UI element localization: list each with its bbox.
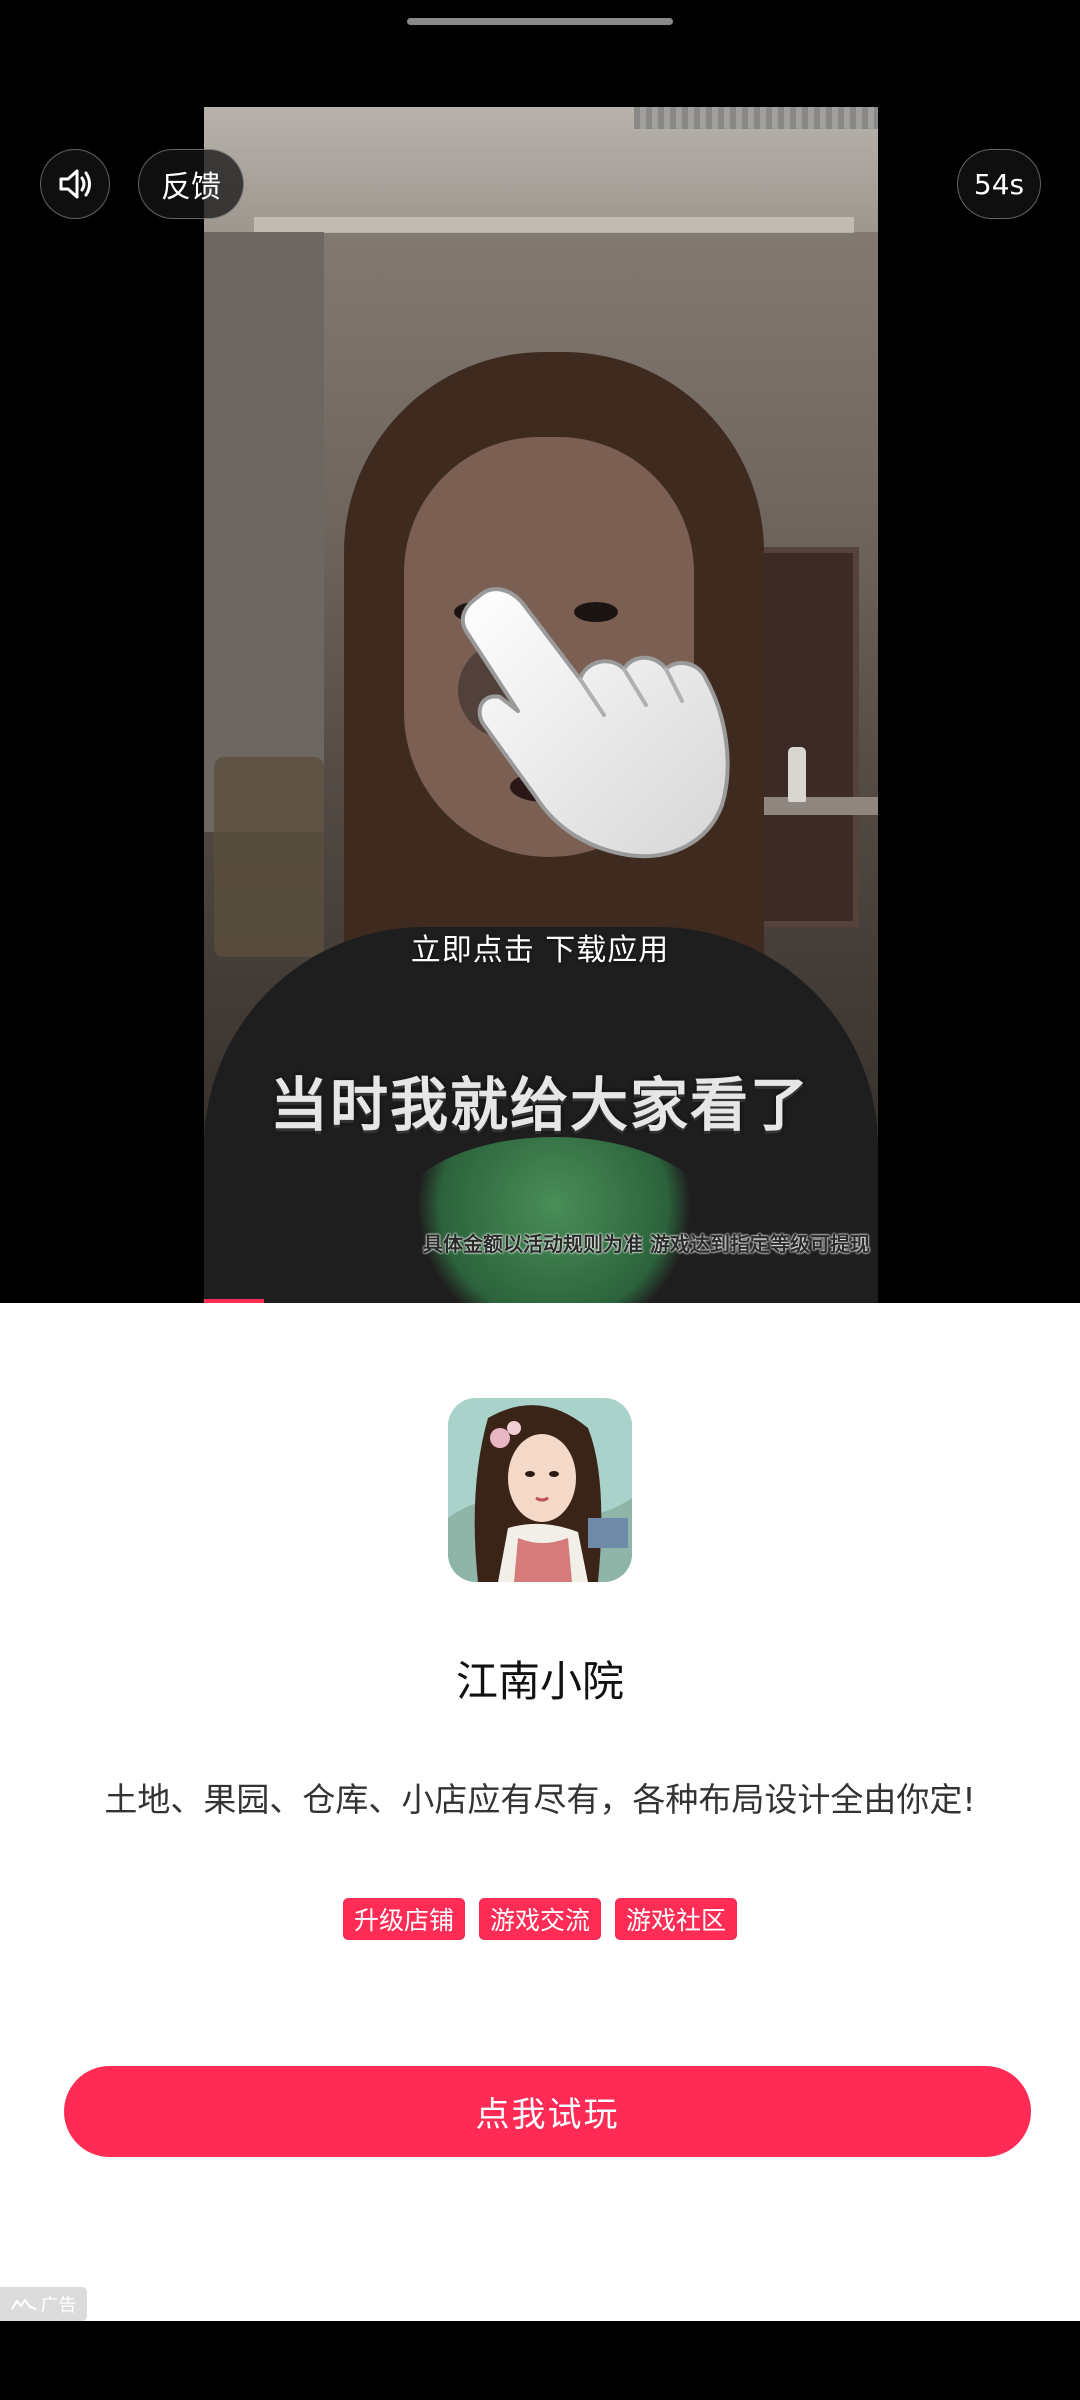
- app-info-panel: 江南小院 土地、果园、仓库、小店应有尽有，各种布局设计全由你定! 升级店铺 游戏…: [0, 1303, 1080, 2321]
- try-play-button[interactable]: 点我试玩: [64, 2066, 1031, 2157]
- app-description: 土地、果园、仓库、小店应有尽有，各种布局设计全由你定!: [104, 1780, 976, 1819]
- tag-game-exchange: 游戏交流: [478, 1898, 601, 1940]
- video-disclaimer: 具体金额以活动规则为准 游戏达到指定等级可提现: [423, 1232, 870, 1256]
- speaker-volume-icon: [59, 169, 91, 199]
- ad-badge: 广告: [0, 2287, 87, 2321]
- ad-label: 广告: [40, 2295, 77, 2316]
- countdown-timer: 54s: [957, 149, 1041, 219]
- sound-toggle-button[interactable]: [40, 149, 110, 219]
- app-icon-artwork: [448, 1398, 632, 1582]
- app-tags: 升级店铺 游戏交流 游戏社区: [0, 1898, 1080, 1940]
- bottom-system-area: [0, 2321, 1080, 2400]
- tag-game-community: 游戏社区: [615, 1898, 738, 1940]
- ad-screen: 立即点击 下载应用 当时我就给大家看了 具体金额以活动规则为准 游戏达到指定等级…: [0, 0, 1080, 2400]
- drag-handle[interactable]: [407, 18, 673, 25]
- tag-upgrade-shop: 升级店铺: [342, 1898, 465, 1940]
- tap-hand-icon: [460, 587, 730, 859]
- app-icon[interactable]: [448, 1398, 632, 1582]
- feedback-button[interactable]: 反馈: [138, 149, 244, 219]
- ad-source-icon: [10, 2298, 36, 2310]
- app-name: 江南小院: [455, 1657, 624, 1706]
- video-subtitle: 当时我就给大家看了: [269, 1071, 810, 1139]
- download-cta-text[interactable]: 立即点击 下载应用: [0, 925, 1080, 969]
